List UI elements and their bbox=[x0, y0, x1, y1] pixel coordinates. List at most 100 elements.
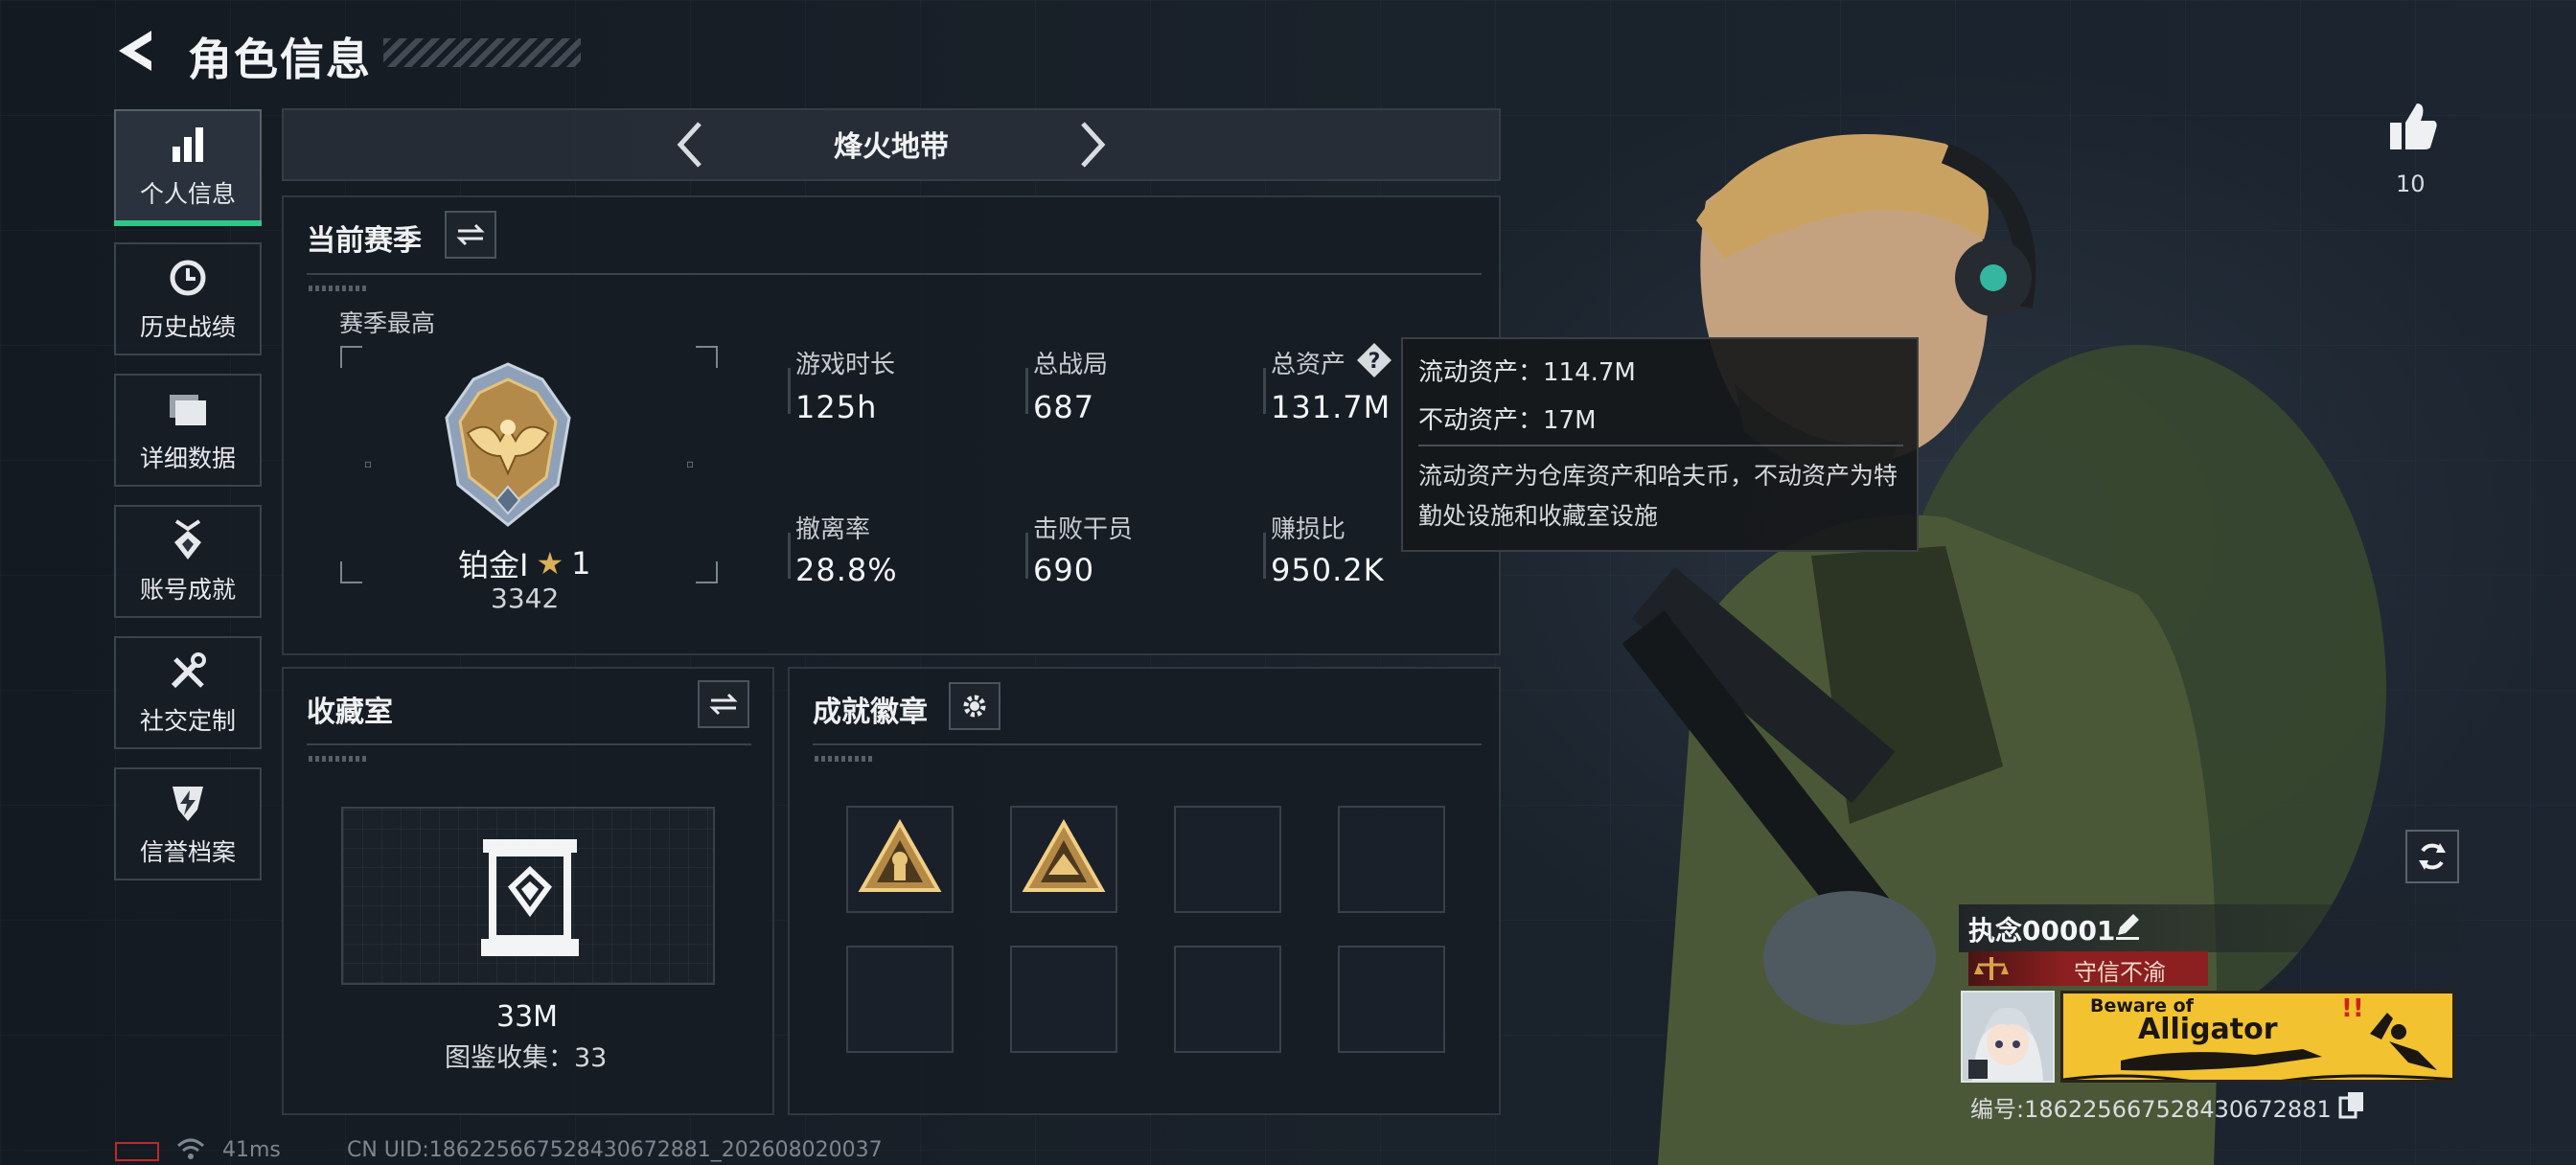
player-avatar[interactable] bbox=[1961, 991, 2055, 1083]
ping-value: 41ms bbox=[222, 1138, 281, 1162]
tooltip-fixed-assets: 不动资产：17M bbox=[1418, 406, 1597, 435]
badge-hand-icon bbox=[1022, 818, 1106, 892]
stat-label-extract-rate: 撤离率 bbox=[795, 515, 871, 544]
stat-label-play-time: 游戏时长 bbox=[795, 351, 896, 379]
copy-icon bbox=[2338, 1092, 2363, 1119]
sidebar-item-personal-info[interactable]: 个人信息 bbox=[114, 109, 262, 226]
scale-emblem-icon bbox=[1974, 957, 2009, 980]
collection-room-preview[interactable] bbox=[341, 807, 715, 985]
badge-slot[interactable] bbox=[846, 806, 954, 913]
decor-mark bbox=[815, 756, 872, 762]
stat-value-profit-ratio: 950.2K bbox=[1271, 552, 1385, 588]
sidebar-item-achievements[interactable]: 账号成就 bbox=[114, 505, 262, 618]
refresh-icon bbox=[2419, 843, 2446, 870]
season-best-label: 赛季最高 bbox=[339, 309, 436, 337]
avatar-image bbox=[1963, 993, 2053, 1081]
chevron-right-icon bbox=[1081, 122, 1106, 168]
badges-divider bbox=[813, 743, 1482, 745]
season-switch-button[interactable] bbox=[445, 211, 496, 259]
badges-title: 成就徽章 bbox=[813, 696, 928, 729]
mode-next-button[interactable] bbox=[1073, 116, 1112, 173]
stat-value-play-time: 125h bbox=[795, 389, 878, 425]
page-title: 角色信息 bbox=[188, 34, 372, 85]
stat-label-total-matches: 总战局 bbox=[1033, 351, 1109, 379]
swap-icon bbox=[456, 223, 485, 246]
sidebar-item-detailed-data[interactable]: 详细数据 bbox=[114, 374, 262, 487]
tooltip-description: 流动资产为仓库资产和哈夫币，不动资产为特勤处设施和收藏室设施 bbox=[1418, 462, 1898, 530]
stat-divider bbox=[1263, 533, 1266, 579]
sidebar-item-label: 详细数据 bbox=[139, 445, 236, 472]
badge-slot[interactable] bbox=[1010, 806, 1117, 913]
rank-emblem-icon bbox=[443, 360, 573, 529]
pencil-icon bbox=[2116, 914, 2139, 940]
display-case-icon bbox=[481, 839, 579, 956]
sidebar-item-history[interactable]: 历史战绩 bbox=[114, 242, 262, 355]
copy-uid-button[interactable] bbox=[2338, 1090, 2365, 1119]
rank-name: 铂金Ⅰ bbox=[458, 547, 529, 583]
svg-text:?: ? bbox=[1368, 350, 1381, 374]
decor-mark bbox=[309, 756, 366, 762]
stat-value-extract-rate: 28.8% bbox=[795, 552, 898, 588]
player-title: 守信不渝 bbox=[2074, 959, 2166, 986]
shield-bolt-icon bbox=[165, 780, 211, 826]
badge-soldier-icon bbox=[858, 818, 942, 892]
collection-catalog: 图鉴收集：33 bbox=[445, 1043, 608, 1073]
back-arrow-icon bbox=[119, 31, 151, 71]
player-title-badge: 守信不渝 bbox=[1968, 951, 2208, 986]
sidebar-item-label: 社交定制 bbox=[139, 707, 236, 735]
sidebar-item-label: 历史战绩 bbox=[139, 313, 236, 341]
achievement-medal-icon bbox=[165, 517, 211, 563]
stat-divider bbox=[788, 368, 791, 414]
stat-value-total-matches: 687 bbox=[1033, 389, 1095, 425]
footer-uid: CN UID:18622566752843067288​1_2026080200… bbox=[347, 1138, 883, 1162]
season-divider bbox=[307, 273, 1482, 275]
back-button[interactable] bbox=[113, 27, 161, 75]
gear-icon bbox=[963, 695, 986, 718]
rank-score: 3342 bbox=[491, 582, 560, 614]
player-name: 执念00001 bbox=[1968, 915, 2116, 947]
stat-label-profit-ratio: 赚损比 bbox=[1271, 515, 1346, 544]
stat-divider bbox=[1263, 368, 1266, 414]
asset-tooltip: 流动资产：114.7M 不动资产：17M 流动资产为仓库资产和哈夫币，不动资产为… bbox=[1401, 337, 1919, 552]
rank-star-icon: ★ bbox=[536, 545, 564, 582]
stat-divider bbox=[788, 533, 791, 579]
badge-slot-empty[interactable] bbox=[846, 946, 954, 1053]
refresh-button[interactable] bbox=[2405, 830, 2459, 883]
collection-switch-button[interactable] bbox=[698, 680, 749, 728]
stat-label-total-assets: 总资产 bbox=[1271, 351, 1346, 379]
mode-prev-button[interactable] bbox=[671, 116, 709, 173]
help-icon[interactable]: ? bbox=[1355, 341, 1393, 379]
collection-title: 收藏室 bbox=[307, 696, 393, 729]
tooltip-liquid-assets: 流动资产：114.7M bbox=[1418, 358, 1636, 387]
battery-icon bbox=[115, 1142, 159, 1161]
stat-value-kills: 690 bbox=[1033, 552, 1095, 588]
stat-divider bbox=[1025, 368, 1028, 414]
history-clock-icon bbox=[165, 255, 211, 301]
rank-name-row: 铂金Ⅰ ★ 1 bbox=[458, 541, 591, 585]
season-title: 当前赛季 bbox=[307, 224, 422, 258]
chevron-left-icon bbox=[677, 122, 702, 168]
svg-text:!!: !! bbox=[2341, 994, 2364, 1023]
badge-slot-empty[interactable] bbox=[1174, 806, 1281, 913]
svg-text:▫: ▫ bbox=[364, 457, 372, 470]
tooltip-divider bbox=[1418, 445, 1903, 446]
sidebar-item-reputation[interactable]: 信誉档案 bbox=[114, 767, 262, 880]
stat-label-kills: 击败干员 bbox=[1033, 515, 1134, 544]
like-button[interactable] bbox=[2386, 100, 2440, 153]
swap-icon bbox=[709, 693, 738, 716]
mode-title: 烽火地带 bbox=[834, 130, 949, 164]
sidebar-item-social[interactable]: 社交定制 bbox=[114, 636, 262, 749]
tools-icon bbox=[165, 649, 211, 695]
decor-mark bbox=[309, 286, 366, 291]
like-count: 10 bbox=[2396, 171, 2426, 197]
stat-value-total-assets: 131.7M bbox=[1271, 389, 1392, 425]
player-banner[interactable]: Beware of Alligator !! bbox=[2060, 991, 2455, 1083]
edit-name-button[interactable] bbox=[2112, 910, 2143, 941]
wifi-icon bbox=[176, 1136, 205, 1161]
badge-slot-empty[interactable] bbox=[1010, 946, 1117, 1053]
badge-slot-empty[interactable] bbox=[1174, 946, 1281, 1053]
badges-settings-button[interactable] bbox=[949, 682, 1000, 730]
folder-icon bbox=[165, 386, 211, 432]
collection-value: 33M bbox=[496, 1000, 559, 1034]
title-decoration bbox=[383, 38, 581, 67]
